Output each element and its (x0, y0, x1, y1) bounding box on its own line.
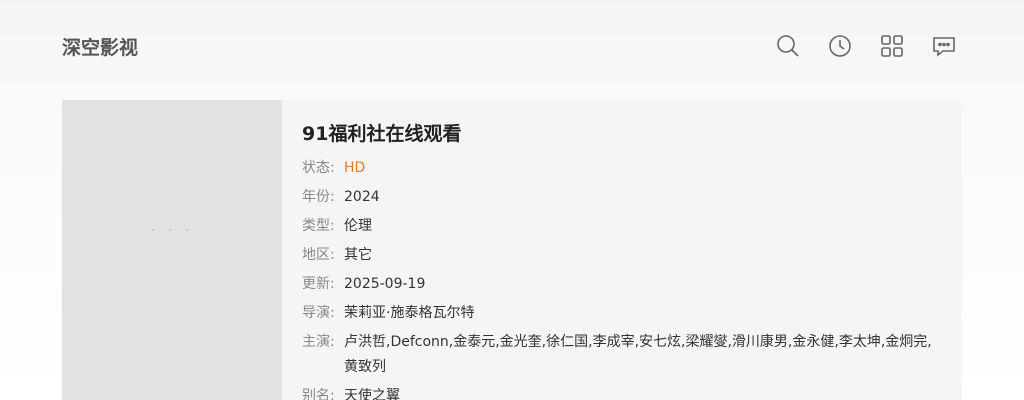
poster-image[interactable]: · · · (62, 100, 282, 400)
page: 深空影视 · · · 91福利社在线观看 状态: HD 年份: 2024 类型:… (0, 0, 1024, 400)
info-label: 状态: (302, 160, 335, 176)
info-row-updated: 更新: 2025-09-19 (302, 272, 942, 297)
video-title: 91福利社在线观看 (302, 123, 462, 145)
info-row-alias: 别名: 天使之翼 (302, 384, 942, 400)
info-label: 年份: (302, 189, 335, 205)
message-icon[interactable] (926, 28, 962, 64)
info-row-status: 状态: HD (302, 156, 942, 181)
info-label: 类型: (302, 218, 335, 234)
updated-value: 2025-09-19 (344, 276, 426, 292)
info-label: 主演: (302, 334, 335, 350)
grid-icon[interactable] (874, 28, 910, 64)
director-value[interactable]: 茉莉亚·施泰格瓦尔特 (344, 301, 942, 326)
search-icon[interactable] (770, 28, 806, 64)
info-row-cast: 主演: 卢洪哲,Defconn,金泰元,金光奎,徐仁国,李成宰,安七炫,梁耀燮,… (302, 330, 942, 380)
poster-loading-placeholder: · · · (150, 223, 194, 239)
video-detail-card: · · · 91福利社在线观看 状态: HD 年份: 2024 类型: 伦理 地… (62, 100, 962, 400)
alias-value: 天使之翼 (344, 388, 400, 400)
info-row-director: 导演: 茉莉亚·施泰格瓦尔特 (302, 301, 942, 326)
info-label: 别名: (302, 388, 335, 400)
genre-value[interactable]: 伦理 (344, 214, 942, 239)
year-value[interactable]: 2024 (344, 185, 942, 210)
cast-value[interactable]: 卢洪哲,Defconn,金泰元,金光奎,徐仁国,李成宰,安七炫,梁耀燮,滑川康男… (344, 330, 942, 380)
info-row-region: 地区: 其它 (302, 243, 942, 268)
site-logo[interactable]: 深空影视 (62, 33, 138, 60)
region-value[interactable]: 其它 (344, 243, 942, 268)
history-icon[interactable] (822, 28, 858, 64)
header: 深空影视 (62, 28, 962, 64)
info-row-genre: 类型: 伦理 (302, 214, 942, 239)
info-label: 导演: (302, 305, 335, 321)
info-label: 地区: (302, 247, 335, 263)
video-info: 91福利社在线观看 状态: HD 年份: 2024 类型: 伦理 地区: 其它 … (282, 100, 942, 400)
info-row-year: 年份: 2024 (302, 185, 942, 210)
header-nav (770, 28, 962, 64)
info-label: 更新: (302, 276, 335, 292)
status-value: HD (344, 160, 366, 176)
